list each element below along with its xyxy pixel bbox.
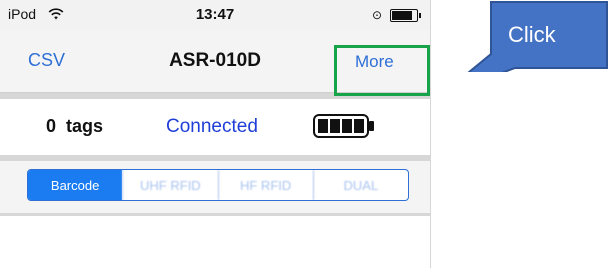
phone-screen: iPod 13:47 ⊙ CSV ASR-010D More 0 tags Co… — [0, 0, 431, 268]
reader-battery-icon — [313, 114, 374, 138]
more-highlight-box — [334, 45, 430, 96]
content-area — [0, 216, 430, 268]
battery-bar — [318, 119, 328, 133]
segment-barcode[interactable]: Barcode — [28, 170, 123, 200]
segment-uhf-rfid[interactable]: UHF RFID — [122, 170, 217, 200]
battery-icon — [390, 9, 421, 22]
connection-status: Connected — [166, 116, 258, 137]
status-bar: iPod 13:47 ⊙ — [0, 0, 430, 30]
reader-info-row: 0 tags Connected — [0, 99, 430, 155]
battery-bar — [342, 119, 352, 133]
callout-label: Click — [508, 22, 556, 47]
tag-count: 0 tags — [46, 116, 104, 136]
status-time: 13:47 — [195, 6, 235, 23]
battery-level-fill — [392, 11, 413, 20]
battery-bar — [354, 119, 364, 133]
battery-bar — [330, 119, 340, 133]
segment-dual[interactable]: DUAL — [312, 170, 408, 200]
mode-selector-bar: Barcode UHF RFID HF RFID DUAL — [0, 161, 430, 213]
segment-hf-rfid[interactable]: HF RFID — [217, 170, 313, 200]
rotation-lock-icon: ⊙ — [372, 8, 383, 22]
mode-segmented-control: Barcode UHF RFID HF RFID DUAL — [27, 169, 409, 201]
